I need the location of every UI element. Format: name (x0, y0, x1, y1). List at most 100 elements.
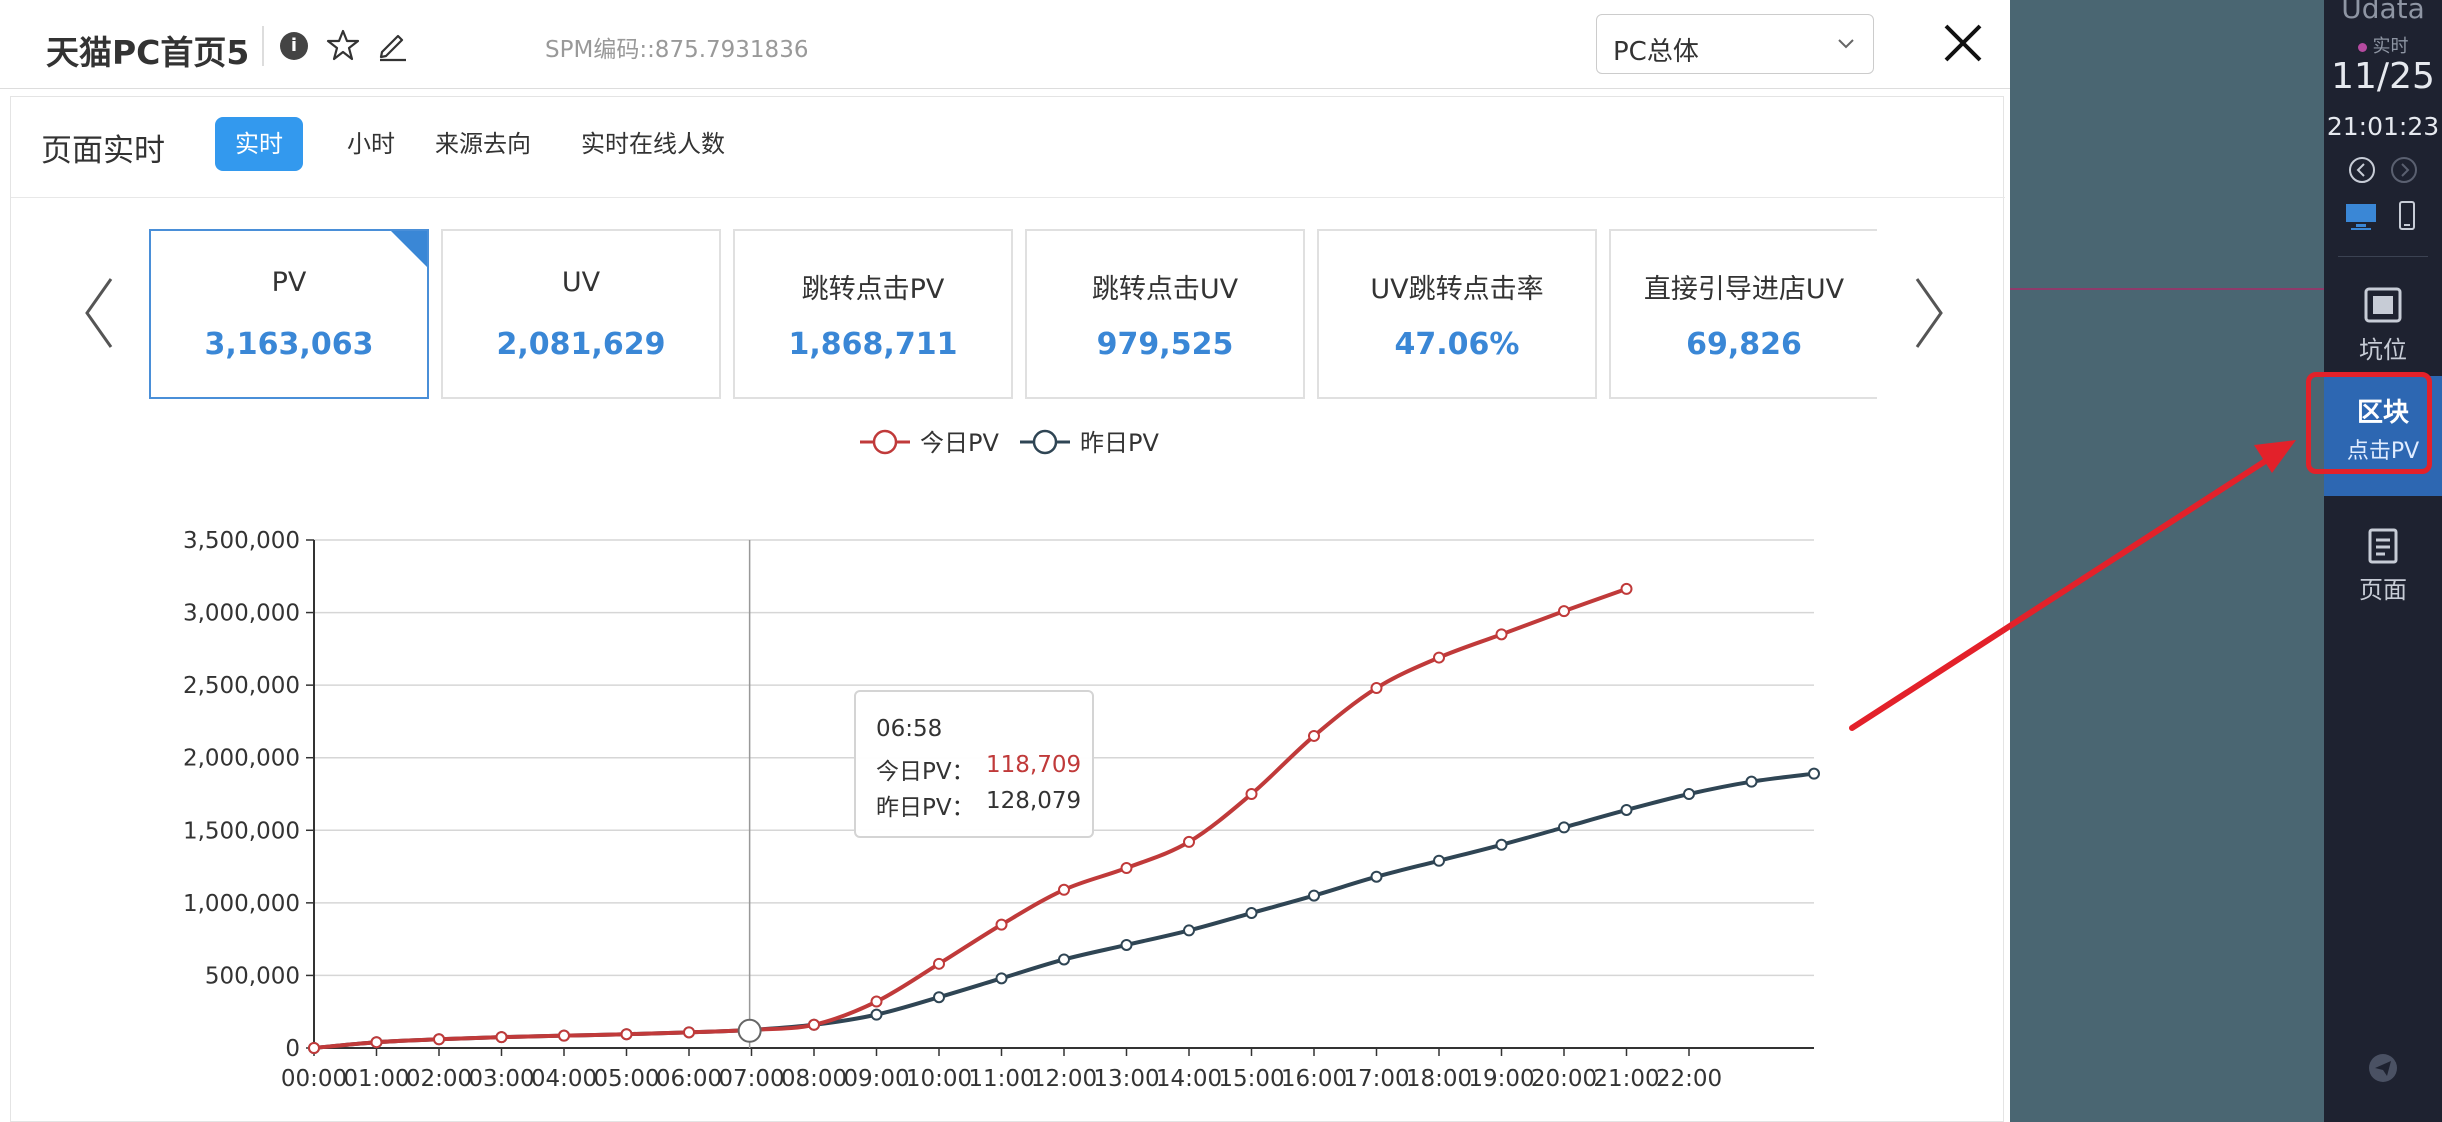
legend-label: 今日PV (920, 429, 999, 457)
data-point (870, 995, 883, 1008)
data-point (1308, 889, 1320, 902)
live-label: 实时 (2372, 36, 2409, 57)
data-point (620, 1028, 633, 1041)
sidebar-item-label: 页面 (2359, 576, 2407, 604)
data-point (995, 918, 1008, 931)
current-date: 11/25 (2331, 56, 2435, 97)
data-point (433, 1033, 445, 1046)
right-sidebar: Udata 实时 11/25 21:01:23 坑位 区块 点击PV 页面 (2324, 0, 2442, 1122)
x-tick-label: 12:00 (1031, 1066, 1097, 1092)
x-tick-label: 20:00 (1531, 1066, 1597, 1092)
data-point (1495, 838, 1508, 851)
data-point (1558, 821, 1570, 834)
x-tick-label: 03:00 (468, 1066, 534, 1092)
data-point (1745, 775, 1758, 788)
y-tick-label: 1,500,000 (183, 818, 300, 844)
tooltip-time: 06:58 (876, 716, 943, 742)
tooltip-today-label: 今日PV： (876, 759, 975, 785)
data-point (1183, 924, 1195, 937)
x-tick-label: 18:00 (1406, 1066, 1472, 1092)
x-tick-label: 02:00 (406, 1066, 472, 1092)
x-tick-label: 15:00 (1218, 1066, 1284, 1092)
x-tick-label: 19:00 (1468, 1066, 1534, 1092)
data-point (1120, 862, 1133, 875)
data-point (495, 1031, 508, 1044)
desktop-icon[interactable] (2344, 200, 2378, 232)
data-point (1370, 870, 1383, 883)
y-tick-label: 0 (285, 1036, 300, 1062)
data-point (870, 1008, 883, 1021)
data-point (683, 1026, 695, 1039)
x-tick-label: 14:00 (1156, 1066, 1222, 1092)
page-detail-modal: 天猫PC首页5 i SPM编码::875.7931836 PC总体 页面实时 实… (0, 0, 2010, 1122)
data-point (1120, 938, 1133, 951)
data-point (1245, 788, 1258, 800)
x-tick-label: 09:00 (843, 1066, 909, 1092)
x-tick-label: 13:00 (1093, 1066, 1159, 1092)
prev-date-icon[interactable] (2348, 156, 2376, 184)
x-tick-label: 16:00 (1281, 1066, 1347, 1092)
data-point (1308, 729, 1320, 742)
data-point (1370, 682, 1383, 695)
tooltip-today-value: 118,709 (986, 752, 1082, 778)
data-point (1058, 883, 1070, 896)
annotation-highlight-box (2306, 372, 2432, 474)
data-point (995, 972, 1008, 985)
data-point (1558, 605, 1570, 618)
slot-icon (2364, 287, 2402, 323)
sidebar-item-slot[interactable]: 坑位 (2324, 286, 2442, 365)
x-tick-label: 17:00 (1343, 1066, 1409, 1092)
data-point (370, 1036, 383, 1049)
x-tick-label: 21:00 (1593, 1066, 1659, 1092)
y-tick-label: 3,500,000 (183, 528, 300, 554)
y-tick-label: 1,000,000 (183, 891, 300, 917)
data-point (1620, 803, 1633, 816)
mobile-icon[interactable] (2390, 200, 2424, 232)
y-tick-label: 500,000 (205, 963, 300, 989)
x-tick-label: 08:00 (781, 1066, 847, 1092)
x-tick-label: 07:00 (718, 1066, 784, 1092)
sidebar-item-page[interactable]: 页面 (2324, 528, 2442, 605)
y-tick-label: 2,000,000 (183, 746, 300, 772)
x-tick-label: 01:00 (343, 1066, 409, 1092)
data-point (933, 991, 945, 1004)
legend-swatch-marker (1032, 429, 1058, 455)
data-point (1495, 628, 1508, 641)
send-icon[interactable] (2367, 1052, 2399, 1084)
data-point (1245, 907, 1258, 920)
chart-tooltip: 06:58 今日PV： 118,709 昨日PV： 128,079 (854, 690, 1094, 838)
x-tick-label: 22:00 (1656, 1066, 1722, 1092)
data-point (1058, 953, 1070, 966)
x-tick-label: 10:00 (906, 1066, 972, 1092)
data-point (558, 1029, 570, 1042)
x-tick-label: 11:00 (968, 1066, 1034, 1092)
sidebar-separator (2338, 256, 2428, 257)
data-point (1620, 582, 1633, 595)
current-time: 21:01:23 (2326, 112, 2440, 141)
y-tick-label: 2,500,000 (183, 673, 300, 699)
page-icon (2368, 528, 2398, 564)
x-tick-label: 00:00 (281, 1066, 347, 1092)
legend-swatch-marker (872, 429, 898, 455)
data-point (1683, 788, 1695, 800)
legend-label: 昨日PV (1080, 429, 1159, 457)
pv-line-chart: 0 500,000 1,000,000 1,500,000 2,000,000 2,500… (183, 429, 1820, 1092)
hover-marker (737, 1018, 762, 1043)
x-tick-label: 04:00 (531, 1066, 597, 1092)
background-divider (2010, 288, 2324, 290)
x-tick-label: 06:00 (656, 1066, 722, 1092)
next-date-icon[interactable] (2390, 156, 2418, 184)
sidebar-item-label: 坑位 (2359, 336, 2407, 364)
data-point (308, 1042, 320, 1054)
y-tick-label: 3,000,000 (183, 601, 300, 627)
tooltip-yesterday-label: 昨日PV： (876, 795, 975, 821)
brand-name: Udata (2341, 0, 2425, 25)
data-point (808, 1018, 820, 1031)
data-point (933, 957, 945, 970)
x-tick-label: 05:00 (593, 1066, 659, 1092)
data-point (1433, 854, 1445, 867)
data-point (1183, 835, 1195, 848)
data-point (1433, 651, 1445, 664)
tooltip-yesterday-value: 128,079 (986, 788, 1082, 814)
live-indicator: 实时 (2324, 32, 2442, 58)
